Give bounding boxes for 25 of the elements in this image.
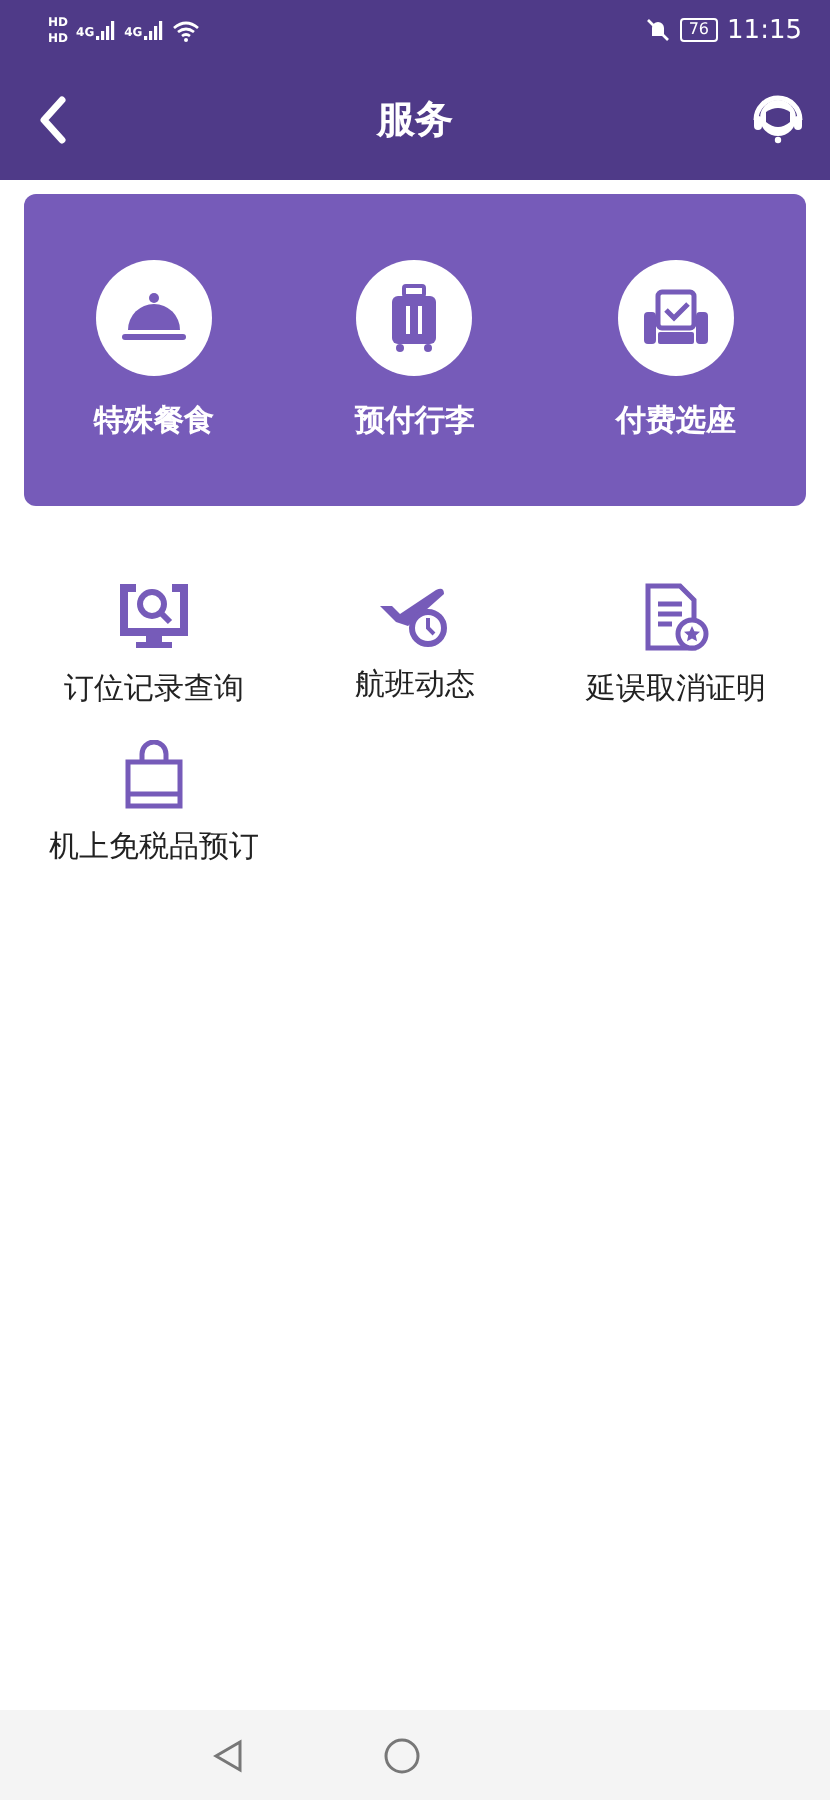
muted-bell-icon: [646, 18, 671, 42]
home-circle-icon[interactable]: [383, 1737, 419, 1773]
customer-service-button[interactable]: [750, 92, 806, 148]
shopping-bag-icon: [122, 740, 187, 812]
signal-icon: [96, 20, 117, 40]
cloche-icon: [120, 290, 189, 346]
suitcase-icon: [390, 284, 439, 352]
featured-service-button[interactable]: 特殊餐食: [24, 260, 285, 440]
battery-level: 76: [680, 18, 718, 42]
featured-service-button[interactable]: 付费选座: [545, 260, 806, 440]
service-button[interactable]: 机上免税品预订: [24, 740, 285, 866]
headset-icon: [752, 94, 804, 146]
back-triangle-icon[interactable]: [211, 1737, 243, 1773]
seat-icon: [641, 288, 710, 348]
service-button[interactable]: 订位记录查询: [24, 582, 285, 708]
back-icon: [38, 96, 66, 144]
service-button[interactable]: 航班动态: [284, 582, 546, 708]
service-button[interactable]: 延误取消证明: [545, 582, 806, 708]
monitor-search-icon: [118, 582, 191, 654]
page-title: 服务: [377, 96, 453, 146]
document-star-icon: [641, 582, 710, 654]
wifi-icon: [172, 19, 201, 41]
clock-time: 11:15: [727, 15, 802, 45]
featured-service-button[interactable]: 预付行李: [284, 260, 546, 440]
signal-icon: [144, 20, 165, 40]
